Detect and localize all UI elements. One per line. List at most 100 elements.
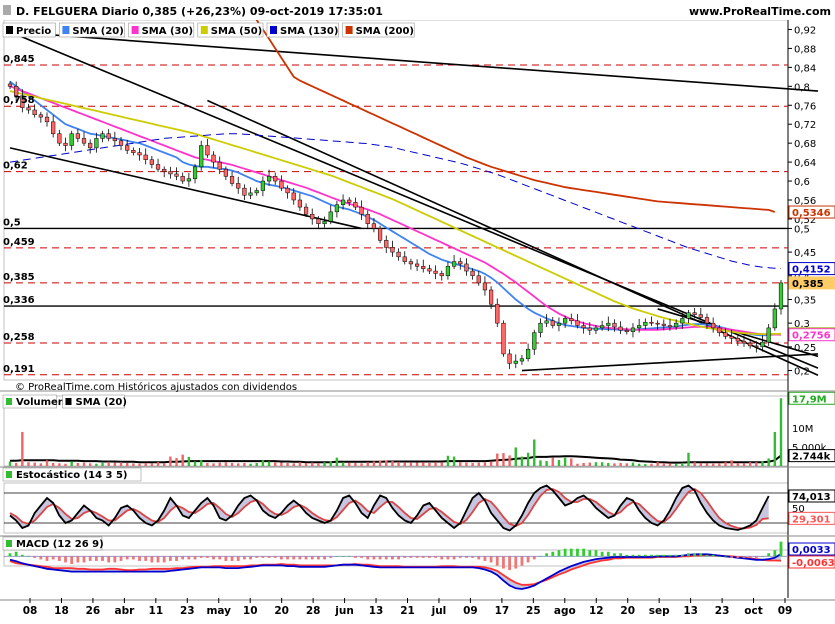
macd-histogram-bar xyxy=(64,556,67,563)
macd-histogram-bar xyxy=(656,554,660,557)
price-y-tick-label: 0,2 xyxy=(794,367,810,378)
price-y-tick-label: 0,92 xyxy=(794,25,816,36)
macd-histogram-bar xyxy=(360,556,363,558)
volume-bar xyxy=(249,463,252,466)
candle-down xyxy=(155,164,161,170)
macd-histogram-bar xyxy=(273,556,277,558)
macd-histogram-bar xyxy=(378,556,382,560)
price-y-tick-label: 0,64 xyxy=(794,158,816,169)
volume-bar xyxy=(292,463,295,466)
volume-bar xyxy=(88,463,92,466)
macd-histogram-bar xyxy=(347,556,351,557)
volume-bar xyxy=(742,463,746,466)
candle-up xyxy=(606,322,611,326)
volume-bar xyxy=(539,460,542,466)
macd-histogram-bar xyxy=(57,556,61,561)
volume-bar xyxy=(341,462,345,466)
price-y-tick-label: 0,72 xyxy=(794,120,816,131)
candle-down xyxy=(26,107,31,111)
macd-histogram-bar xyxy=(520,556,524,566)
volume-bar xyxy=(39,463,43,466)
macd-histogram-bar xyxy=(569,548,573,557)
x-tick-label: jun xyxy=(334,605,354,617)
volume-bar xyxy=(773,431,777,466)
macd-histogram-bar xyxy=(514,556,518,569)
volume-bar xyxy=(607,462,610,466)
candle-up xyxy=(593,327,599,331)
candle-up xyxy=(538,322,543,333)
candle-down xyxy=(149,159,154,165)
candle-down xyxy=(501,322,506,355)
left-level-label: 0,191 xyxy=(3,364,35,375)
x-tick-label: abr xyxy=(114,605,135,617)
macd-histogram-bar xyxy=(495,556,499,566)
macd-histogram-bar xyxy=(150,556,154,563)
macd-histogram-bar xyxy=(748,556,752,558)
macd-histogram-bar xyxy=(711,554,715,557)
volume-bar xyxy=(144,462,147,466)
candle-down xyxy=(7,83,13,87)
volume-bar xyxy=(446,455,450,466)
volume-bar xyxy=(545,461,548,466)
volume-bar xyxy=(489,461,493,466)
macd-histogram-bar xyxy=(619,553,623,557)
candle-up xyxy=(600,325,605,329)
volume-bar xyxy=(619,462,622,466)
candle-up xyxy=(340,199,346,205)
volume-bar xyxy=(14,462,18,466)
x-tick-label: 09 xyxy=(778,605,793,617)
candle-down xyxy=(303,206,309,215)
macd-histogram-bar xyxy=(526,556,530,563)
macd-histogram-bar xyxy=(452,556,456,560)
x-tick-label: 25 xyxy=(526,605,541,617)
x-tick-label: sep xyxy=(649,605,670,617)
volume-y-tick-label: 10M xyxy=(792,424,813,435)
volume-bar xyxy=(594,462,598,466)
volume-bar xyxy=(33,462,36,466)
macd-histogram-bar xyxy=(631,554,635,557)
volume-bar xyxy=(70,461,73,466)
candle-up xyxy=(451,261,457,267)
volume-bar xyxy=(674,463,678,466)
volume-bar xyxy=(767,458,770,466)
x-tick-label: 13 xyxy=(683,605,698,617)
volume-bar xyxy=(748,462,752,466)
macd-histogram-bar xyxy=(156,556,160,563)
macd-histogram-bar xyxy=(409,556,413,558)
volume-bar xyxy=(224,462,228,466)
volume-bar xyxy=(113,462,117,466)
macd-histogram-bar xyxy=(199,556,203,558)
volume-bar xyxy=(348,462,351,466)
candle-down xyxy=(735,338,740,342)
panel-header-label: MACD (12 26 9) xyxy=(16,539,104,550)
macd-histogram-bar xyxy=(489,556,493,563)
candle-down xyxy=(667,325,673,328)
volume-bar xyxy=(563,457,567,466)
macd-histogram-bar xyxy=(236,556,240,561)
candle-down xyxy=(581,325,586,329)
candle-down xyxy=(57,133,62,144)
left-level-label: 0,758 xyxy=(3,95,35,106)
macd-histogram-bar xyxy=(483,556,487,561)
macd-histogram-bar xyxy=(193,556,197,560)
candle-down xyxy=(347,199,352,203)
macd-histogram-bar xyxy=(606,551,610,557)
candle-up xyxy=(544,320,549,324)
volume-bar xyxy=(471,462,474,466)
macd-histogram-bar xyxy=(341,556,345,557)
macd-histogram-bar xyxy=(674,554,678,557)
candle-up xyxy=(100,133,105,139)
volume-bar xyxy=(650,463,653,466)
macd-histogram-bar xyxy=(131,556,135,560)
volume-bar xyxy=(175,458,178,466)
candle-down xyxy=(75,133,80,139)
volume-bar xyxy=(274,462,277,466)
volume-bar xyxy=(181,454,184,466)
volume-bar xyxy=(391,461,394,466)
candle-up xyxy=(186,178,191,182)
volume-bar xyxy=(625,463,628,466)
volume-bar xyxy=(526,452,530,466)
volume-bar xyxy=(163,462,166,466)
candle-down xyxy=(587,327,592,331)
volume-bar xyxy=(329,461,332,466)
